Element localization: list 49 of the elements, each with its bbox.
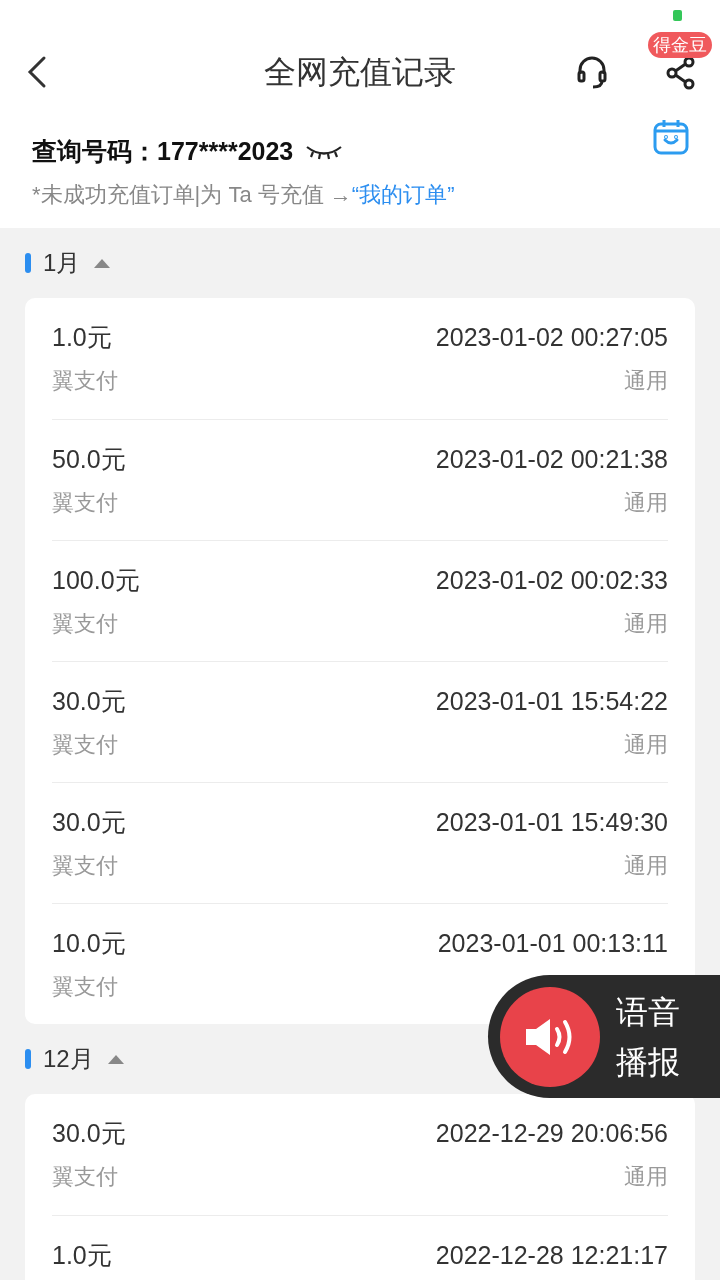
recharge-time: 2023-01-01 00:13:11 xyxy=(437,928,668,960)
month-marker xyxy=(25,1049,31,1069)
amount: 100.0元 xyxy=(52,565,140,597)
amount: 50.0元 xyxy=(52,444,126,476)
month-marker xyxy=(25,253,31,273)
phone-number: 177****2023 xyxy=(157,136,294,168)
recharge-time: 2022-12-29 20:06:56 xyxy=(435,1118,668,1150)
headset-icon[interactable] xyxy=(576,56,608,90)
recharge-time: 2023-01-02 00:27:05 xyxy=(435,322,668,354)
recharge-time: 2023-01-01 15:49:30 xyxy=(435,807,668,839)
payment-method: 翼支付 xyxy=(52,972,118,1001)
usage-scope: 通用 xyxy=(624,1162,668,1191)
amount: 30.0元 xyxy=(52,1118,126,1150)
page-title: 全网充值记录 xyxy=(264,53,456,92)
collapse-caret-icon[interactable] xyxy=(92,257,113,269)
recharge-time: 2023-01-02 00:21:38 xyxy=(435,444,668,476)
payment-method: 翼支付 xyxy=(52,609,118,638)
recharge-time: 2023-01-02 00:02:33 xyxy=(435,565,668,597)
usage-scope: 通用 xyxy=(624,366,668,395)
amount: 1.0元 xyxy=(52,322,112,354)
usage-scope: 通用 xyxy=(624,609,668,638)
recharge-time: 2022-12-28 12:21:17 xyxy=(435,1240,668,1272)
month-label: 12月 xyxy=(43,1044,94,1074)
calendar-icon[interactable] xyxy=(652,118,690,156)
payment-method: 翼支付 xyxy=(52,366,118,395)
collapse-caret-icon[interactable] xyxy=(105,1053,126,1065)
amount: 10.0元 xyxy=(52,928,126,960)
voice-label: 播报 xyxy=(616,1042,680,1082)
usage-scope: 通用 xyxy=(624,730,668,759)
my-orders-link[interactable]: “我的订单” xyxy=(351,177,455,211)
reward-badge[interactable]: 得金豆 xyxy=(648,32,712,58)
payment-method: 翼支付 xyxy=(52,488,118,517)
recharge-time: 2023-01-01 15:54:22 xyxy=(435,686,668,718)
amount: 30.0元 xyxy=(52,807,126,839)
voice-broadcast-panel[interactable]: 语音 播报 xyxy=(488,975,720,1098)
payment-method: 翼支付 xyxy=(52,1162,118,1191)
closed-eye-icon[interactable] xyxy=(305,144,344,160)
amount: 1.0元 xyxy=(52,1240,112,1272)
payment-method: 翼支付 xyxy=(52,851,118,880)
usage-scope: 通用 xyxy=(624,488,668,517)
amount: 30.0元 xyxy=(52,686,126,718)
month-label: 1月 xyxy=(43,248,81,278)
payment-method: 翼支付 xyxy=(52,730,118,759)
query-label: 查询号码： xyxy=(32,136,157,168)
voice-label: 语音 xyxy=(616,992,680,1032)
share-icon[interactable] xyxy=(666,56,696,90)
status-indicator-icon xyxy=(673,10,682,21)
usage-scope: 通用 xyxy=(624,851,668,880)
order-note: *未成功充值订单|为 Ta 号充值 → xyxy=(32,180,352,209)
